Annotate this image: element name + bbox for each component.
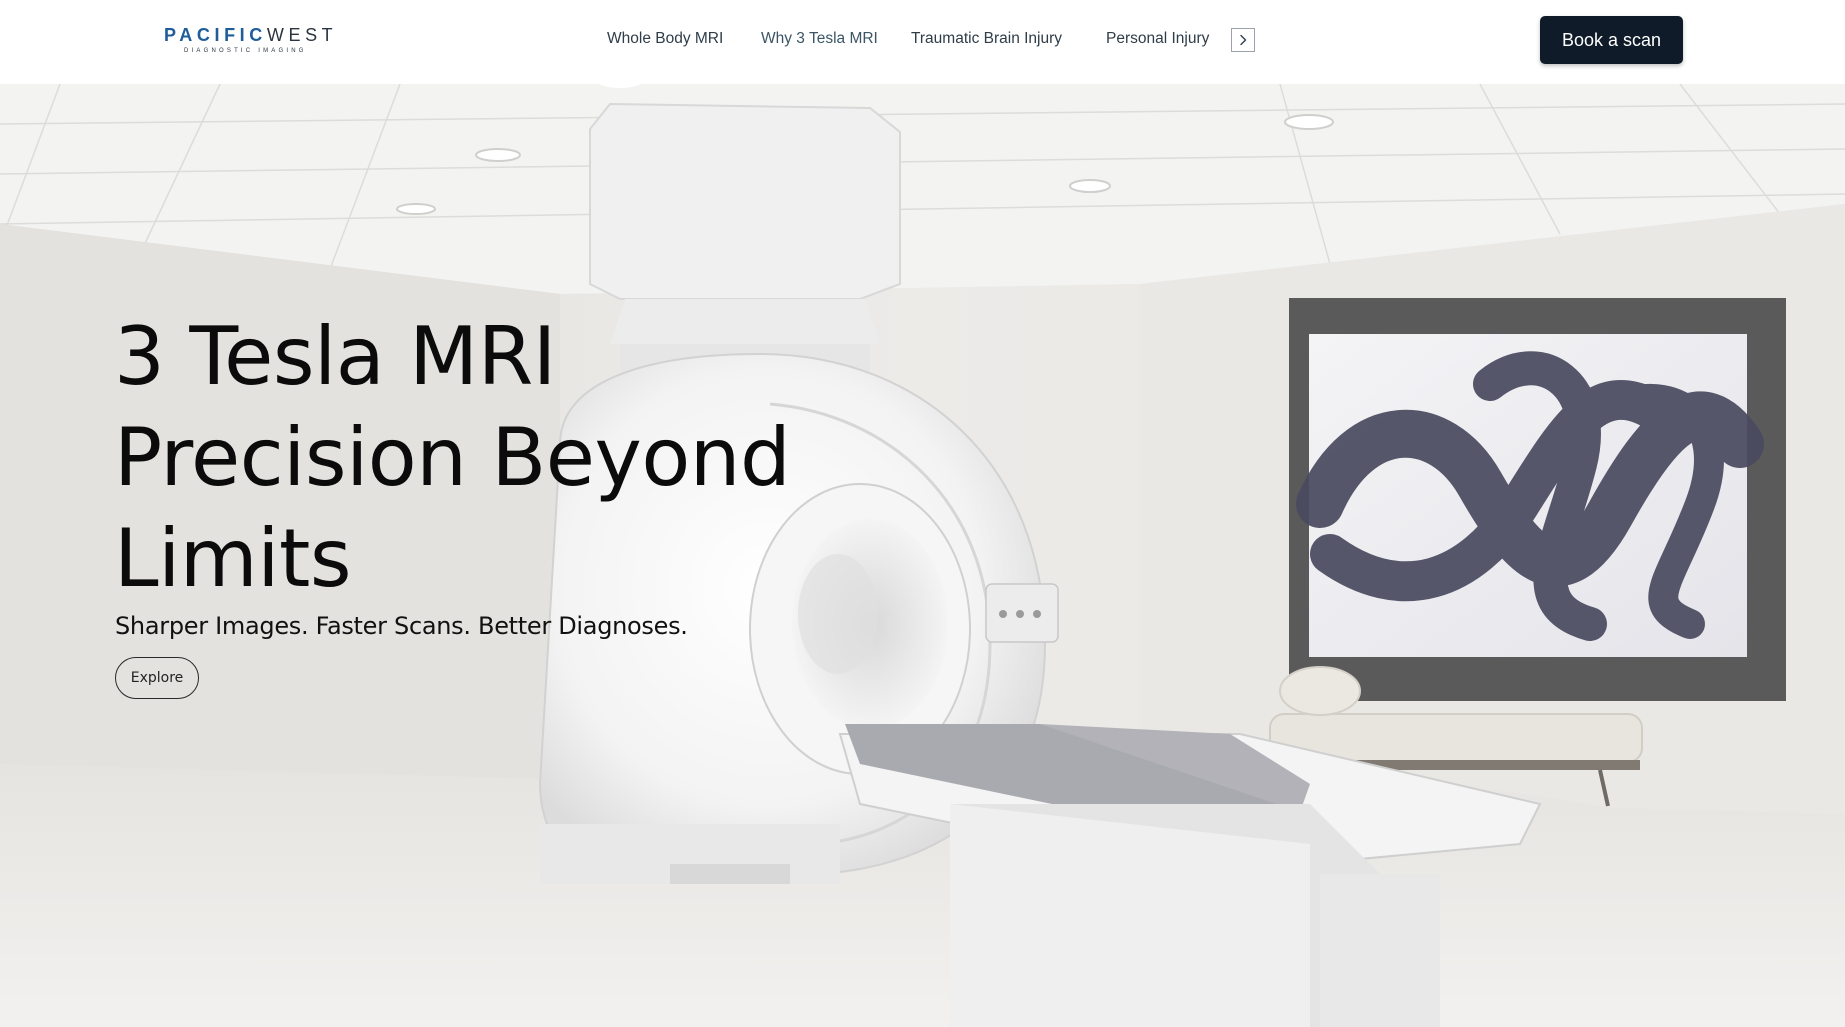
hero-title-line-2: Precision Beyond	[114, 411, 791, 504]
nav-item-personal-injury[interactable]: Personal Injury	[1106, 30, 1209, 48]
nav-item-traumatic-brain-injury[interactable]: Traumatic Brain Injury	[911, 30, 1062, 48]
logo-tagline: DIAGNOSTIC IMAGING	[184, 48, 307, 54]
hero-subtitle: Sharper Images. Faster Scans. Better Dia…	[115, 612, 688, 640]
logo-name-part2: WEST	[266, 25, 338, 45]
site-header: PACIFIC WEST DIAGNOSTIC IMAGING Whole Bod…	[0, 0, 1845, 84]
logo-name-part1: PACIFIC	[164, 25, 267, 45]
book-scan-button[interactable]: Book a scan	[1540, 16, 1683, 64]
nav-item-why-3-tesla-mri[interactable]: Why 3 Tesla MRI	[761, 30, 878, 48]
explore-button[interactable]: Explore	[115, 657, 199, 699]
brand-logo[interactable]: PACIFIC WEST DIAGNOSTIC IMAGING	[164, 25, 340, 57]
hero-title-line-1: 3 Tesla MRI	[114, 310, 556, 403]
nav-more-button[interactable]	[1231, 28, 1255, 52]
nav-item-whole-body-mri[interactable]: Whole Body MRI	[607, 30, 723, 48]
hero-title-line-3: Limits	[114, 512, 352, 605]
hero-title: 3 Tesla MRI Precision Beyond Limits	[114, 306, 1014, 609]
hero-section: 3 Tesla MRI Precision Beyond Limits Shar…	[0, 84, 1845, 1027]
logo-wordmark: PACIFIC WEST	[164, 25, 340, 45]
chevron-right-icon	[1240, 34, 1247, 46]
